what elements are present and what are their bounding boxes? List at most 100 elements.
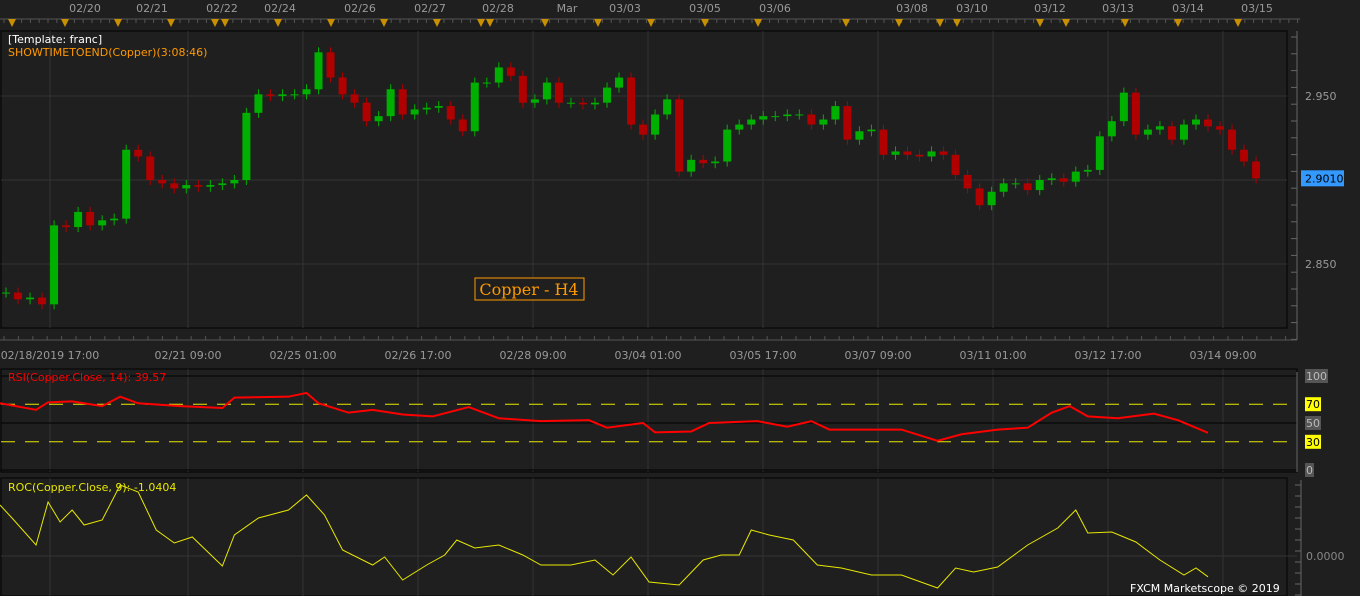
candle-up [819,119,828,125]
candle-up [663,99,672,115]
candle-up [206,185,215,187]
top-date-label: 02/24 [264,2,296,15]
candle-down [975,188,984,206]
candle-up [122,149,131,219]
candle-down [458,119,467,132]
candle-up [50,225,59,305]
top-date-label: 03/12 [1034,2,1066,15]
candle-up [74,211,83,228]
rsi-tick-label: 0 [1306,464,1313,477]
candle-up [542,82,551,100]
candle-up [831,106,840,120]
time-label: 03/11 01:00 [960,349,1027,362]
candle-down [1167,126,1176,140]
candle-up [1047,178,1056,180]
candle-down [194,185,203,187]
candle-up [302,89,311,95]
top-date-label: 02/28 [482,2,514,15]
candle-up [747,119,756,125]
candle-up [771,116,780,118]
trading-chart[interactable]: 02/20 02/21 02/22 02/24 02/26 02/27 02/28 Mar 03… [0,0,1360,596]
last-price-label: 2.9010 [1305,172,1344,185]
candle-up [374,116,383,122]
candle-down [1216,126,1225,130]
candle-down [939,151,948,155]
time-label: 03/04 01:00 [615,349,682,362]
candle-up [278,94,287,96]
template-label: [Template: franc] [8,33,102,46]
candle-down [1023,183,1032,191]
candle-down [506,67,515,76]
candle-up [759,116,768,120]
candle-down [134,149,143,157]
candle-up [2,292,10,294]
top-axis-bg [0,0,1360,30]
candle-up [566,102,575,104]
candle-down [170,183,179,189]
candle-down [879,129,888,155]
time-label: 03/05 17:00 [730,349,797,362]
top-date-label: 02/27 [414,2,446,15]
candle-up [615,77,624,88]
candle-up [530,99,539,103]
candle-down [350,94,359,103]
candle-up [182,185,191,189]
candle-up [98,220,107,226]
rsi-tick-label: 30 [1306,436,1320,449]
time-label: 02/21 09:00 [155,349,222,362]
top-date-axis[interactable]: 02/20 02/21 02/22 02/24 02/26 02/27 02/28 Mar 03… [0,0,1360,30]
chart-title-box: Copper - H4 [474,277,585,301]
time-label: 03/12 17:00 [1075,349,1142,362]
top-date-label: 02/22 [206,2,238,15]
candle-up [711,161,720,164]
candle-down [266,94,275,96]
candle-up [410,109,419,115]
candle-up [1143,129,1152,135]
time-label: 02/28 09:00 [500,349,567,362]
candle-up [1083,169,1092,172]
candle-up [482,82,491,84]
candle-up [494,67,503,83]
candle-up [110,218,119,221]
candle-up [290,94,299,96]
candle-down [807,114,816,125]
candle-down [951,154,960,175]
time-label: 02/25 01:00 [270,349,337,362]
candle-up [603,87,611,103]
top-date-label: 03/08 [896,2,928,15]
background [0,0,1360,596]
chart-title: Copper - H4 [479,280,578,299]
candle-up [1119,92,1128,122]
candle-up [1035,180,1044,191]
candle-up [1011,183,1020,185]
time-label: 03/07 09:00 [845,349,912,362]
candle-up [867,129,876,132]
candle-down [38,297,47,305]
candle-down [627,77,636,125]
top-date-label: 03/03 [609,2,641,15]
candle-up [1071,171,1080,182]
candle-down [639,124,648,135]
time-axis[interactable]: 02/18/2019 17:00 02/21 09:00 02/25 01:00 02… [0,336,1297,362]
candle-down [62,225,71,228]
candle-down [699,159,708,164]
top-date-label: 02/26 [344,2,376,15]
candle-down [675,99,684,172]
candle-up [218,183,227,186]
candle-down [578,102,587,105]
candle-up [242,112,251,180]
candle-down [1059,178,1068,182]
candle-up [927,151,936,157]
candle-up [1095,136,1104,170]
rsi-label: RSI(Copper.Close, 14): 39.57 [8,371,166,384]
top-date-label: 03/06 [759,2,791,15]
roc-tick-label: 0.0000 [1306,550,1345,563]
candle-down [86,211,95,226]
candle-up [590,102,599,105]
candle-down [326,52,335,78]
candle-up [26,297,35,300]
top-date-label: 03/14 [1172,2,1204,15]
time-to-end-label: SHOWTIMETOEND(Copper)(3:08:46) [8,46,207,59]
candle-up [386,89,395,117]
candle-down [158,180,167,184]
